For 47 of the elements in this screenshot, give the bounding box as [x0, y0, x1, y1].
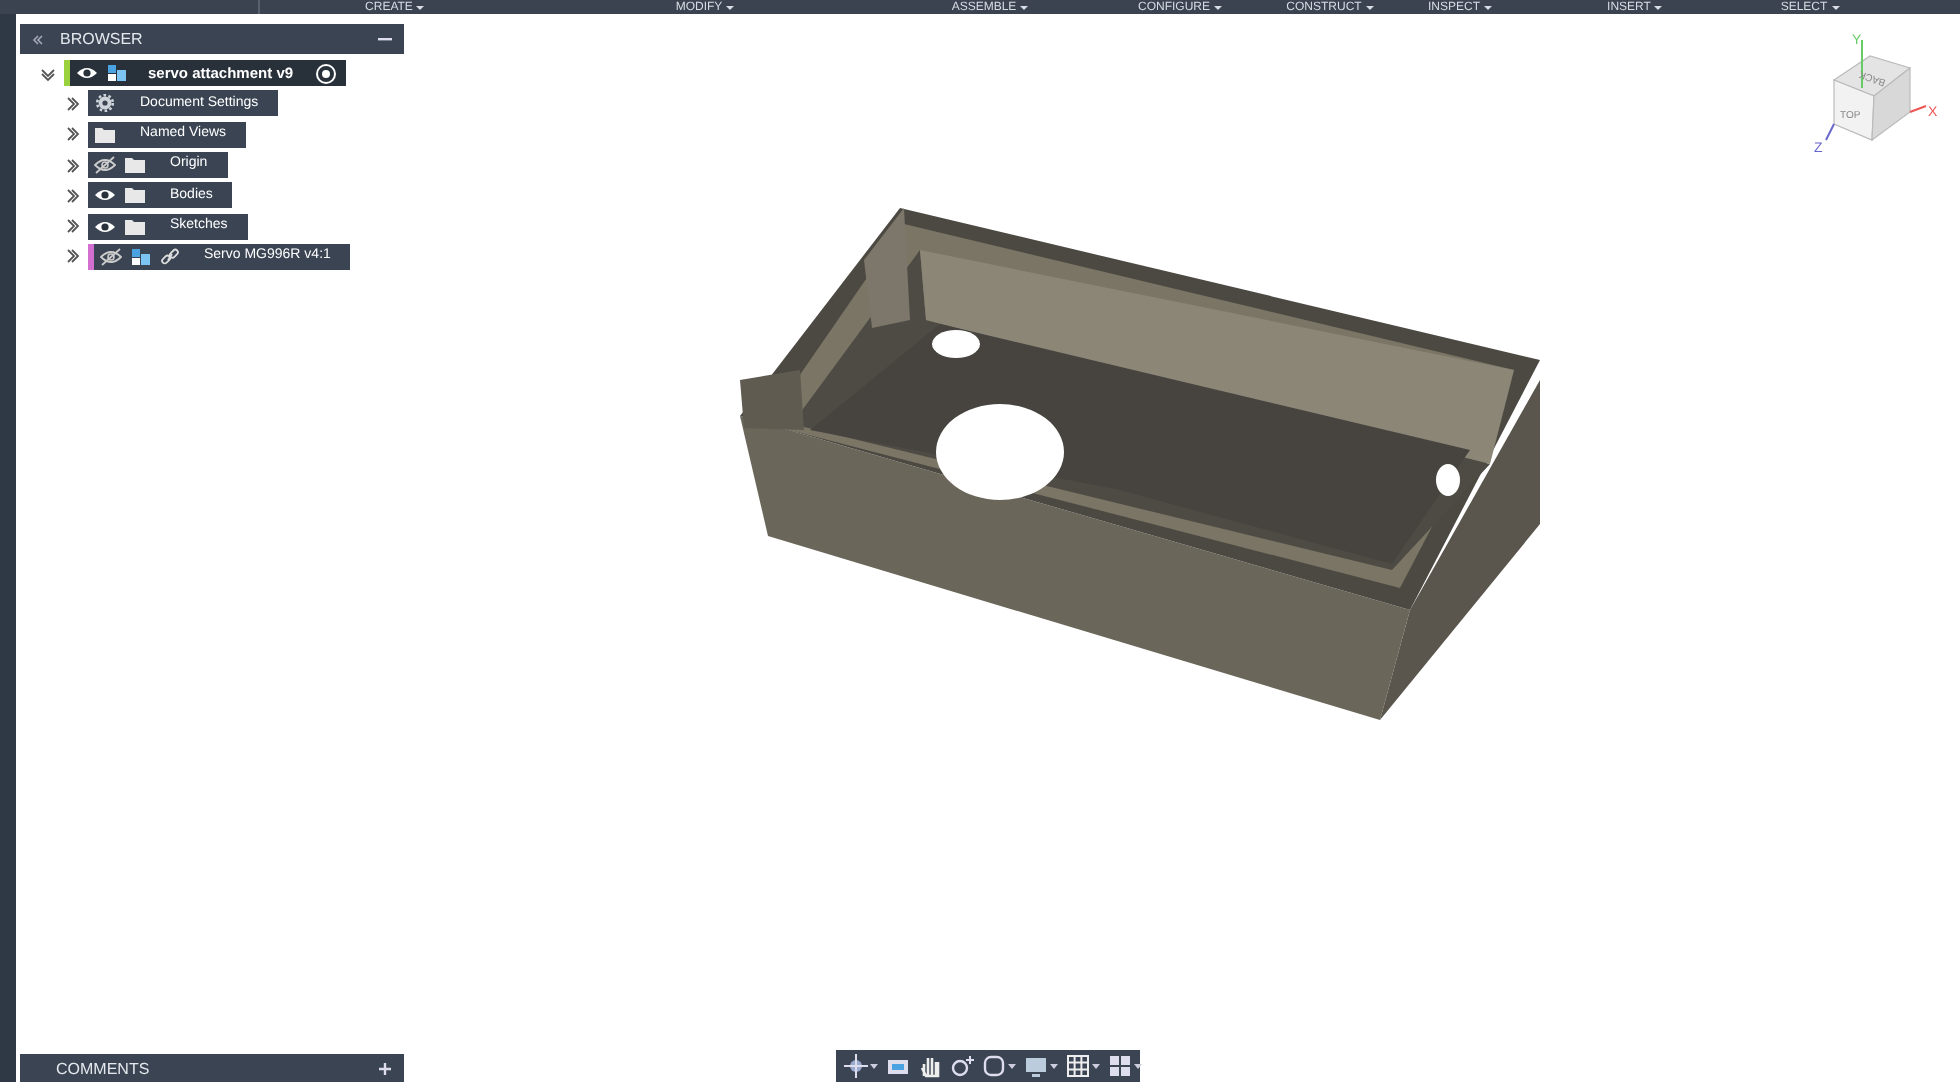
folder-icon [94, 125, 116, 144]
caret-icon[interactable] [1050, 1063, 1058, 1069]
component-icon [130, 247, 152, 266]
caret-icon[interactable] [1134, 1063, 1142, 1069]
eye-icon[interactable] [94, 186, 116, 205]
minimize-icon[interactable] [378, 32, 392, 46]
viewports-icon[interactable] [1108, 1054, 1132, 1078]
collapse-arrow-icon[interactable] [40, 65, 56, 82]
panel-title: COMMENTS [56, 1057, 152, 1081]
link-icon [160, 247, 180, 266]
collapse-icon[interactable] [32, 33, 44, 45]
expand-arrow-icon[interactable] [64, 95, 80, 112]
fit-icon[interactable] [982, 1054, 1006, 1078]
active-radio-icon[interactable] [317, 65, 334, 82]
expand-arrow-icon[interactable] [64, 218, 80, 235]
caret-icon [1020, 5, 1029, 9]
folder-icon [124, 156, 146, 175]
caret-icon[interactable] [870, 1063, 878, 1069]
pan-hand-icon[interactable] [918, 1054, 942, 1078]
folder-icon [124, 186, 146, 205]
caret-icon [1214, 5, 1222, 9]
caret-icon[interactable] [1008, 1063, 1016, 1069]
eye-icon[interactable] [94, 217, 116, 236]
look-at-icon[interactable] [886, 1054, 910, 1078]
expand-arrow-icon[interactable] [64, 248, 80, 265]
eye-icon[interactable] [76, 64, 98, 83]
folder-icon [124, 217, 146, 236]
gear-icon [94, 94, 116, 113]
hidden-eye-icon[interactable] [94, 156, 116, 175]
add-icon[interactable] [378, 1062, 392, 1076]
grid-icon[interactable] [1066, 1054, 1090, 1078]
caret-icon [1831, 5, 1840, 9]
caret-icon[interactable] [1092, 1063, 1100, 1069]
expand-arrow-icon[interactable] [64, 187, 80, 204]
zoom-icon[interactable] [950, 1054, 974, 1078]
expand-arrow-icon[interactable] [64, 157, 80, 174]
caret-icon [416, 5, 425, 9]
panel-title: BROWSER [60, 27, 145, 51]
caret-icon [1654, 5, 1663, 9]
component-icon [106, 64, 128, 83]
caret-icon [726, 5, 735, 9]
caret-icon [1484, 5, 1492, 9]
display-icon[interactable] [1024, 1054, 1048, 1078]
expand-arrow-icon[interactable] [64, 126, 80, 143]
hidden-eye-icon[interactable] [100, 247, 122, 266]
caret-icon [1365, 5, 1374, 9]
orbit-icon[interactable] [844, 1054, 868, 1078]
